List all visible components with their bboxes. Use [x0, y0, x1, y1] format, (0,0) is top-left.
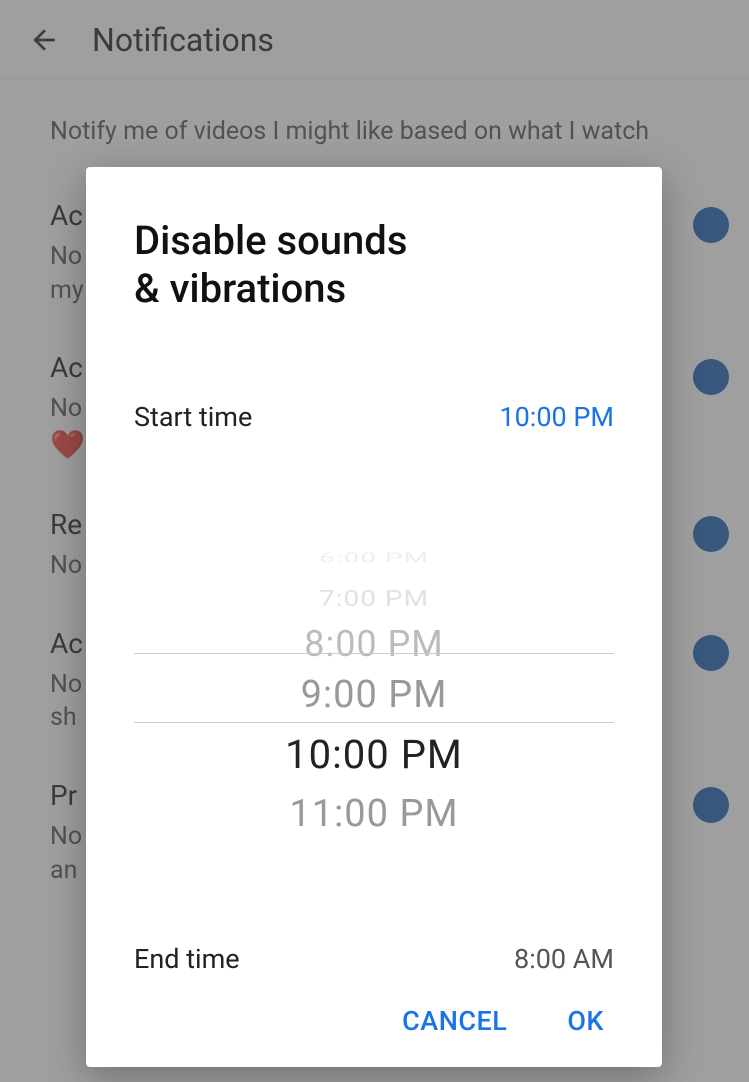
dialog-title: Disable sounds & vibrations [134, 217, 614, 313]
picker-option[interactable]: 11:00 PM [289, 788, 458, 840]
picker-option-selected[interactable]: 10:00 PM [285, 721, 463, 788]
time-picker[interactable]: 6:00 PM 7:00 PM 8:00 PM 9:00 PM 10:00 PM… [134, 453, 614, 923]
start-time-row[interactable]: Start time 10:00 PM [134, 401, 614, 433]
end-time-value: 8:00 AM [514, 943, 614, 975]
picker-divider [134, 653, 614, 723]
dialog-actions: CANCEL OK [134, 1005, 614, 1037]
disable-sounds-dialog: Disable sounds & vibrations Start time 1… [86, 167, 662, 1067]
picker-option[interactable]: 6:00 PM [319, 547, 429, 568]
start-time-label: Start time [134, 401, 252, 433]
end-time-label: End time [134, 943, 240, 975]
ok-button[interactable]: OK [567, 1005, 604, 1037]
end-time-row[interactable]: End time 8:00 AM [134, 943, 614, 975]
cancel-button[interactable]: CANCEL [402, 1005, 507, 1037]
picker-option[interactable]: 7:00 PM [319, 582, 429, 615]
start-time-value: 10:00 PM [499, 401, 614, 433]
